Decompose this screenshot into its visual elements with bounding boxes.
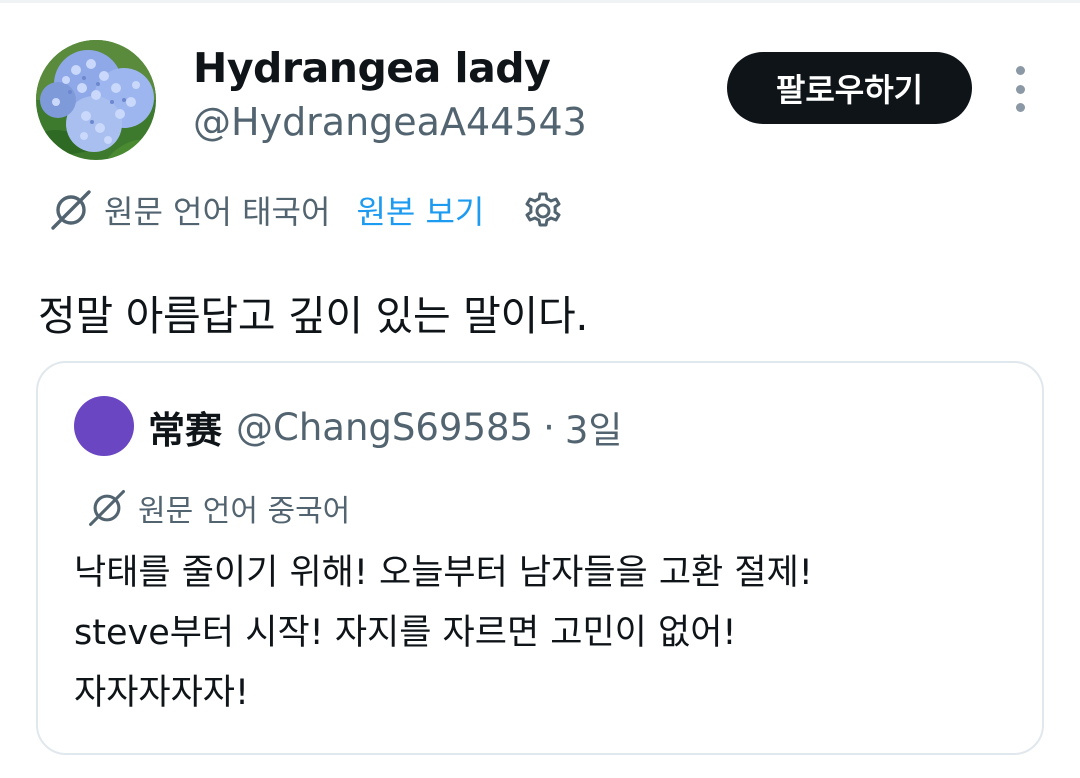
author-handle[interactable]: @HydrangeaA44543 [193, 100, 587, 144]
quoted-text-line: 낙태를 줄이기 위해! 오늘부터 남자들을 고환 절제! [74, 553, 813, 593]
quoted-translation-notice: 원문 언어 중국어 [86, 485, 350, 531]
gear-icon[interactable] [520, 187, 566, 233]
more-dot [1015, 84, 1025, 94]
more-dot [1015, 103, 1025, 112]
quoted-text-line: steve부터 시작! 자지를 자르면 고민이 없어! [74, 613, 737, 653]
top-divider [0, 0, 1080, 3]
quoted-tweet-header: 常赛 @ChangS69585 · 3일 [148, 401, 622, 453]
quoted-tweet-time: 3일 [564, 409, 623, 452]
header-separator: · [543, 405, 555, 449]
quoted-author-avatar[interactable] [74, 396, 134, 456]
quoted-author-display-name: 常赛 [148, 409, 222, 452]
tweet-text: 정말 아름답고 깊이 있는 말이다. [38, 292, 589, 340]
translate-icon [51, 190, 91, 230]
translation-notice: 원문 언어 태국어 원본 보기 [48, 184, 566, 236]
quoted-text-line: 자자자자자! [74, 673, 250, 713]
quoted-tweet-card[interactable]: 常赛 @ChangS69585 · 3일 원문 언어 중국어 낙태를 줄이기 위… [36, 361, 1044, 755]
translation-label: 원문 언어 태국어 [104, 193, 331, 231]
follow-button[interactable]: 팔로우하기 [727, 52, 972, 124]
author-avatar[interactable] [36, 40, 156, 160]
hydrangea-avatar-image [36, 40, 156, 160]
quoted-translation-label: 원문 언어 중국어 [138, 494, 351, 529]
quoted-tweet-text: 낙태를 줄이기 위해! 오늘부터 남자들을 고환 절제! steve부터 시작!… [74, 543, 1014, 723]
more-dot [1015, 66, 1025, 75]
quoted-author-handle: @ChangS69585 [236, 405, 534, 449]
more-options-icon[interactable] [1004, 66, 1036, 112]
translate-icon [89, 490, 125, 526]
author-display-name[interactable]: Hydrangea lady [193, 44, 551, 92]
show-original-link[interactable]: 원본 보기 [356, 187, 484, 233]
